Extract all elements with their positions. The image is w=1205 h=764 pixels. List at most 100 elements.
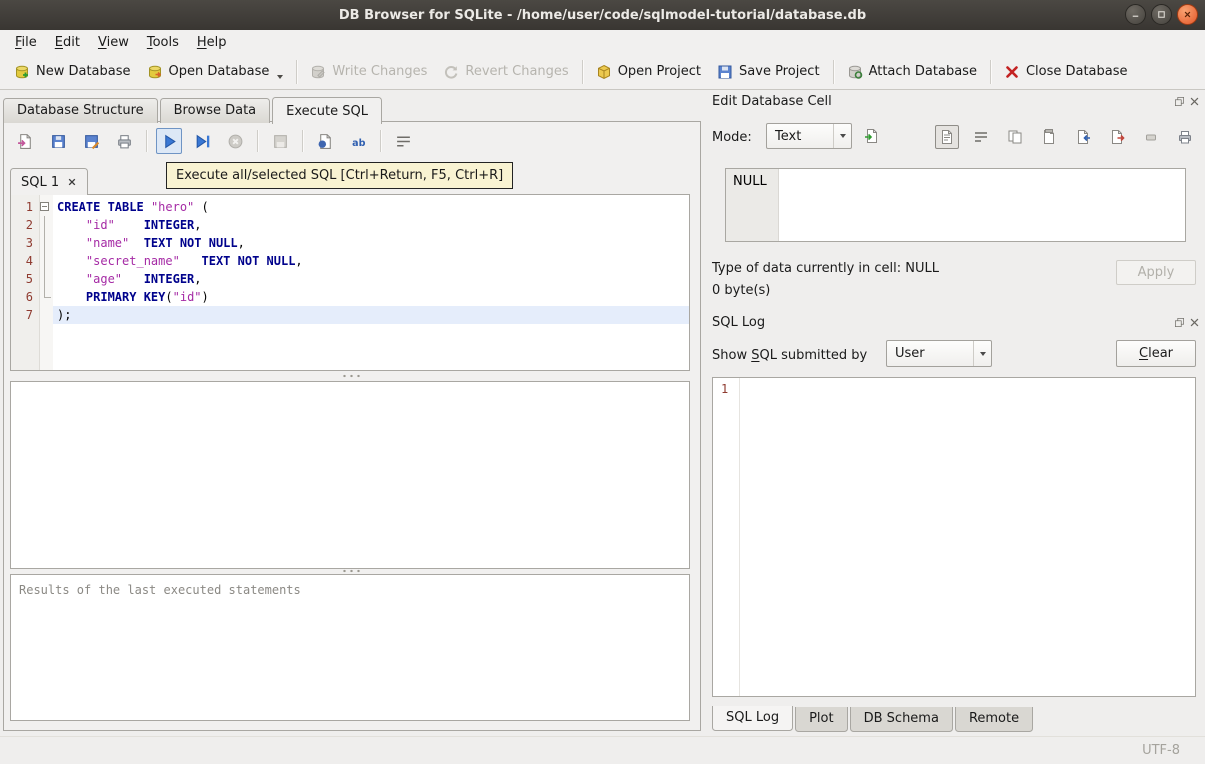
import-cell-icon — [1075, 129, 1091, 145]
set-null-button[interactable] — [1139, 125, 1163, 149]
save-results-button — [267, 128, 293, 154]
fold-margin — [39, 270, 53, 288]
editor-line: 1 CREATE TABLE "hero" ( — [11, 198, 689, 216]
toolbar-separator — [581, 59, 583, 84]
word-wrap-button[interactable] — [969, 125, 993, 149]
results-table-pane[interactable] — [10, 381, 690, 569]
word-wrap-button[interactable] — [390, 128, 416, 154]
open-sql-file-button[interactable] — [12, 128, 38, 154]
cell-type-text: Type of data currently in cell: NULL — [712, 261, 939, 276]
open-project-button[interactable]: Open Project — [588, 59, 709, 85]
save-sql-file-as-button[interactable] — [78, 128, 104, 154]
new-database-button[interactable]: New Database — [6, 59, 139, 85]
find-replace-button[interactable]: ab — [345, 128, 371, 154]
apply-button: Apply — [1116, 260, 1196, 285]
print-sql-icon — [116, 133, 133, 150]
execute-tooltip: Execute all/selected SQL [Ctrl+Return, F… — [166, 162, 514, 189]
menu-help[interactable]: Help — [188, 32, 236, 53]
paste-cell-button[interactable] — [1037, 125, 1061, 149]
tab-db-schema[interactable]: DB Schema — [849, 707, 953, 732]
encoding-label: UTF-8 — [1142, 743, 1180, 758]
close-database-button[interactable]: Close Database — [996, 59, 1136, 85]
results-message-pane[interactable]: Results of the last executed statements — [10, 574, 690, 721]
tab-plot[interactable]: Plot — [795, 707, 848, 732]
open-in-external-button[interactable] — [312, 128, 338, 154]
copy-cell-button[interactable] — [1003, 125, 1027, 149]
fold-marker-icon[interactable] — [40, 202, 49, 211]
undock-icon[interactable] — [1174, 96, 1185, 107]
word-wrap-icon — [973, 129, 989, 145]
text-mode-button[interactable] — [935, 125, 959, 149]
menu-tools[interactable]: Tools — [138, 32, 188, 53]
menubar: File Edit View Tools Help — [0, 30, 1205, 54]
log-filter-select[interactable]: User — [886, 340, 992, 367]
write-changes-icon — [310, 64, 326, 80]
sql-editor[interactable]: 1 CREATE TABLE "hero" ( 2 "id" INTEGER, 3 "… — [10, 194, 690, 371]
sql-editor-lines: 1 CREATE TABLE "hero" ( 2 "id" INTEGER, 3 "… — [11, 198, 689, 324]
menu-edit[interactable]: Edit — [46, 32, 89, 53]
maximize-icon — [1156, 9, 1167, 20]
tab-execute-sql[interactable]: Execute SQL — [272, 97, 383, 124]
execute-all-button[interactable] — [156, 128, 182, 154]
save-sql-file-icon — [50, 133, 67, 150]
menu-view[interactable]: View — [89, 32, 138, 53]
mode-select[interactable]: Text — [766, 123, 852, 149]
revert-changes-button: Revert Changes — [435, 59, 576, 85]
splitter-handle[interactable] — [341, 569, 363, 573]
cell-editor[interactable]: NULL — [725, 168, 1186, 242]
close-panel-icon[interactable] — [1189, 96, 1200, 107]
toolbar-separator — [832, 59, 834, 84]
menu-file[interactable]: File — [6, 32, 46, 53]
fold-margin — [39, 198, 53, 216]
set-null-icon — [1143, 129, 1159, 145]
svg-text:ab: ab — [352, 137, 365, 148]
write-changes-button: Write Changes — [302, 59, 435, 85]
tab-remote[interactable]: Remote — [954, 707, 1034, 732]
sql-log-view[interactable]: 1 — [712, 377, 1196, 697]
line-number: 3 — [25, 236, 33, 250]
code-text: PRIMARY KEY("id") — [85, 290, 209, 304]
fold-margin — [39, 234, 53, 252]
splitter-handle[interactable] — [341, 374, 363, 378]
tab-database-structure[interactable]: Database Structure — [3, 98, 158, 123]
sql-tab[interactable]: SQL 1 — [10, 168, 89, 195]
chevron-down-icon — [833, 124, 851, 148]
import-cell-button[interactable] — [1071, 125, 1095, 149]
save-sql-file-button[interactable] — [45, 128, 71, 154]
code-text: "id" INTEGER, — [85, 218, 202, 232]
attach-database-icon — [847, 64, 863, 80]
clear-button[interactable]: Clear — [1116, 340, 1196, 367]
export-cell-icon — [1109, 129, 1125, 145]
import-from-file-button[interactable] — [858, 123, 886, 149]
edit-cell-toolbar — [935, 125, 1197, 149]
dropdown-arrow-icon — [277, 74, 284, 79]
minimize-button[interactable] — [1125, 4, 1146, 25]
undock-icon[interactable] — [1174, 317, 1185, 328]
maximize-button[interactable] — [1151, 4, 1172, 25]
close-button[interactable] — [1177, 4, 1198, 25]
log-filter-value: User — [895, 346, 925, 361]
close-panel-icon[interactable] — [1189, 317, 1200, 328]
code-text: "name" TEXT NOT NULL, — [85, 236, 245, 250]
export-cell-button[interactable] — [1105, 125, 1129, 149]
tab-browse-data[interactable]: Browse Data — [159, 98, 271, 123]
toolbar-separator — [989, 59, 991, 84]
statusbar: UTF-8 — [0, 736, 1205, 764]
fold-margin — [39, 216, 53, 234]
line-number: 7 — [25, 308, 33, 322]
close-tab-icon[interactable] — [67, 177, 77, 187]
editor-line: 6 PRIMARY KEY("id") — [11, 288, 689, 306]
minimize-icon — [1130, 9, 1141, 20]
stop-execution-icon — [227, 133, 244, 150]
find-replace-icon: ab — [350, 133, 367, 150]
code-text: ); — [53, 306, 689, 324]
show-sql-label: Show SQL submitted by — [712, 348, 868, 363]
attach-database-button[interactable]: Attach Database — [839, 59, 985, 85]
tab-sql-log[interactable]: SQL Log — [712, 706, 794, 731]
execute-current-line-button[interactable] — [189, 128, 215, 154]
line-number: 2 — [25, 218, 33, 232]
save-project-button[interactable]: Save Project — [709, 59, 828, 85]
print-cell-button[interactable] — [1173, 125, 1197, 149]
open-database-button[interactable]: Open Database — [139, 59, 292, 85]
print-sql-button[interactable] — [111, 128, 137, 154]
